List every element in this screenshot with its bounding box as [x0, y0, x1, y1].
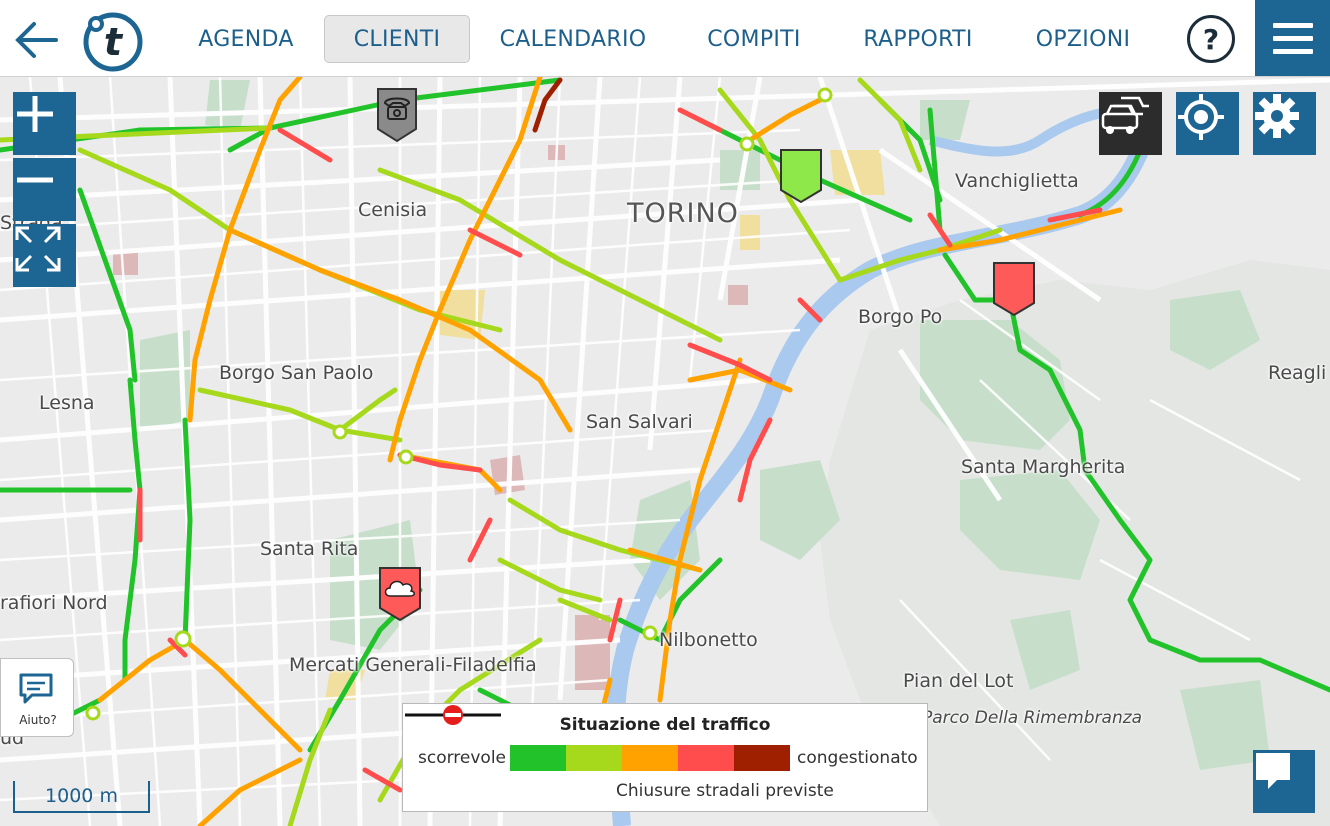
traffic-cars-icon — [1101, 96, 1149, 134]
fullscreen-button[interactable] — [13, 224, 76, 287]
legend-right-label: congestionato — [797, 748, 918, 768]
label-lesna: Lesna — [39, 392, 95, 414]
label-reaglie: Reagli — [1268, 362, 1327, 384]
help-chat-bubble[interactable]: Aiuto? — [0, 658, 74, 737]
expand-icon — [15, 226, 61, 272]
label-borgo-po: Borgo Po — [858, 306, 943, 328]
gear-icon — [1255, 94, 1299, 138]
help-button[interactable]: ? — [1187, 15, 1235, 63]
legend-swatch-red — [678, 745, 734, 771]
chat-button[interactable] — [1253, 750, 1315, 813]
menu-button[interactable] — [1255, 0, 1330, 76]
zoom-out-button[interactable] — [13, 158, 76, 221]
label-pian-del-lot: Pian del Lot — [903, 670, 1014, 692]
label-parco-rimembranza: Parco Della Rimembranza — [922, 708, 1143, 728]
traffic-map[interactable]: TORINO Vanchiglietta Cenisia Borgo Po Bo… — [0, 77, 1330, 826]
nav-calendario[interactable]: CALENDARIO — [490, 15, 656, 63]
crosshair-icon — [1178, 94, 1224, 140]
legend-closure-label: Chiusure stradali previste — [616, 781, 834, 801]
label-mirafiori-nord: rafiori Nord — [0, 592, 108, 614]
settings-button[interactable] — [1253, 92, 1316, 155]
top-bar: t AGENDA CLIENTI CALENDARIO COMPITI RAPP… — [0, 0, 1330, 77]
nav-agenda[interactable]: AGENDA — [185, 15, 307, 63]
label-nizza: Nilbonetto — [659, 629, 758, 651]
chat-icon — [19, 673, 53, 704]
legend-swatch-green — [510, 745, 566, 771]
road-closure-icon — [405, 705, 501, 725]
traffic-legend: Situazione del traffico scorrevole conge… — [402, 703, 928, 812]
nav-opzioni[interactable]: OPZIONI — [1024, 15, 1142, 63]
locate-button[interactable] — [1176, 92, 1239, 155]
nav-clienti[interactable]: CLIENTI — [324, 15, 470, 63]
traffic-toggle-button[interactable] — [1099, 92, 1162, 155]
label-borgo-san-paolo: Borgo San Paolo — [219, 362, 374, 384]
legend-swatch-dark-red — [734, 745, 790, 771]
label-santa-rita: Santa Rita — [260, 538, 359, 560]
help-bubble-label: Aiuto? — [19, 713, 57, 727]
label-cenisia: Cenisia — [358, 199, 428, 221]
label-mercati-generali: Mercati Generali-Filadelfia — [289, 654, 537, 676]
legend-color-bar — [510, 745, 790, 771]
zoom-in-button[interactable] — [13, 92, 76, 155]
logo-letter: t — [104, 20, 124, 64]
legend-swatch-orange — [622, 745, 678, 771]
nav-rapporti[interactable]: RAPPORTI — [850, 15, 986, 63]
plus-icon — [17, 96, 53, 132]
app-logo[interactable]: t — [82, 10, 144, 72]
nav-compiti[interactable]: COMPITI — [695, 15, 813, 63]
label-san-salvario: San Salvari — [586, 411, 693, 433]
label-vanchiglietta: Vanchiglietta — [955, 170, 1079, 192]
back-button[interactable] — [12, 18, 60, 62]
chat-bubble-icon — [1256, 753, 1290, 789]
label-santa-margherita: Santa Margherita — [961, 456, 1126, 478]
hamburger-icon — [1272, 22, 1313, 28]
label-torino: TORINO — [627, 198, 739, 229]
minus-icon — [17, 177, 53, 183]
arrow-left-icon — [15, 22, 58, 58]
legend-left-label: scorrevole — [418, 748, 507, 768]
map-scale: 1000 m — [13, 781, 150, 813]
legend-swatch-yellow-green — [566, 745, 622, 771]
